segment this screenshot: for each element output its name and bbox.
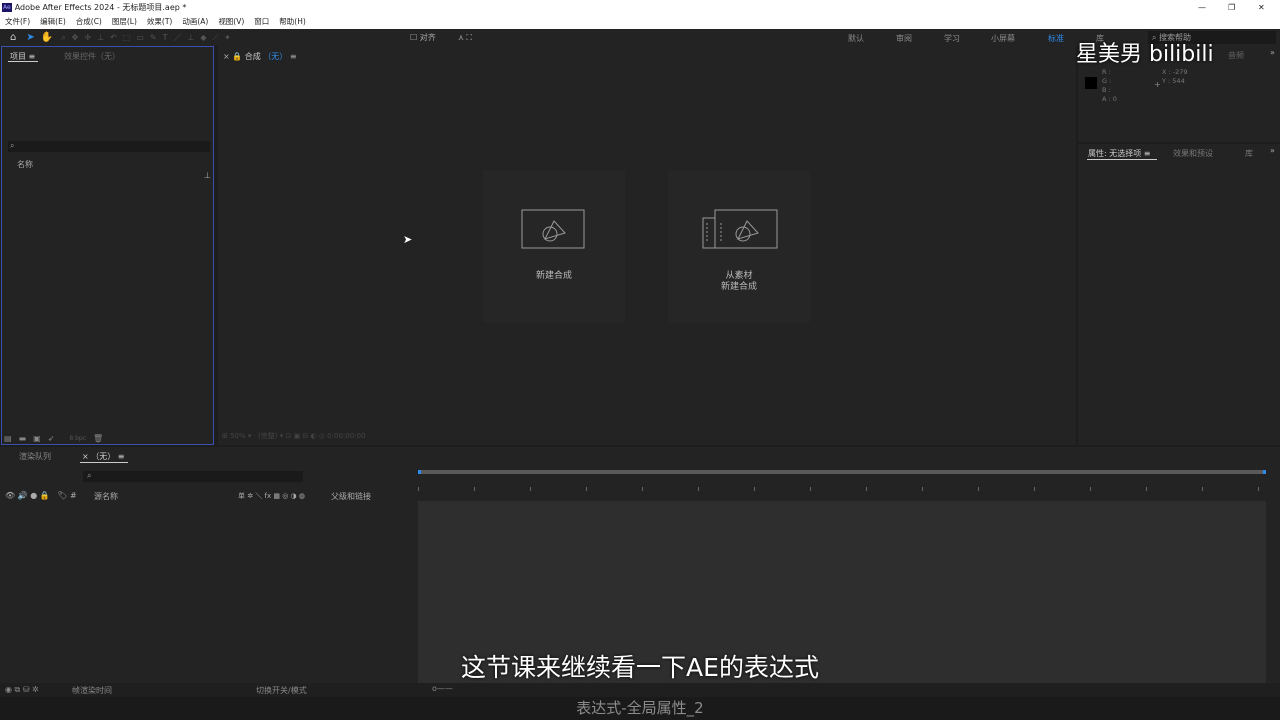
delete-icon[interactable]: 🗑 — [93, 434, 103, 443]
mouse-cursor-icon: ➤ — [403, 233, 413, 246]
timeline-search-input[interactable]: ⌕ — [83, 471, 303, 482]
tab-libraries[interactable]: 库 — [1245, 148, 1253, 159]
from-footage-label-1: 从素材 — [725, 271, 753, 281]
info-x: X : -279 — [1162, 68, 1188, 76]
project-search-input[interactable]: ⌕ — [8, 141, 210, 152]
active-tab-underline — [8, 61, 38, 62]
av-switch-icons[interactable]: 👁 🔊 ● 🔒 🏷 # — [5, 491, 77, 500]
tab-render-queue[interactable]: 渲染队列 — [19, 451, 51, 462]
properties-panel: 属性: 无选择项 ≡ 效果和预设 库 » — [1078, 144, 1280, 445]
menu-help[interactable]: 帮助(H) — [279, 16, 306, 27]
time-ruler[interactable] — [418, 483, 1266, 497]
menu-file[interactable]: 文件(F) — [5, 16, 30, 27]
tab-audio[interactable]: 音频 — [1228, 50, 1244, 61]
selection-tool-icon[interactable]: ➤ — [26, 32, 34, 43]
zoom-slider[interactable]: o—— — [432, 684, 453, 693]
footage-composition-icon — [702, 209, 778, 249]
interpret-footage-icon[interactable]: ▤ — [4, 434, 12, 443]
window-title: Adobe After Effects 2024 - 无标题项目.aep * — [14, 2, 187, 12]
tab-composition[interactable]: × 🔒 合成 （无） ≡ — [223, 51, 297, 62]
info-a: A : 0 — [1102, 95, 1117, 103]
snap-checkbox[interactable]: ☐ 对齐 — [410, 32, 436, 43]
tab-properties-label: 属性: 无选择项 — [1088, 149, 1142, 158]
menu-animation[interactable]: 动画(A) — [182, 16, 208, 27]
home-icon[interactable]: ⌂ — [10, 32, 16, 43]
menu-effect[interactable]: 效果(T) — [147, 16, 172, 27]
viewer-footer: ⊞ 50% ▾ · (完整) ▾ ⊡ ▣ ⊟ ◐ ◎ 0:00:00:00 — [222, 432, 366, 440]
snap-label: 对齐 — [419, 33, 436, 42]
hand-tool-icon[interactable]: ✋ — [41, 32, 53, 43]
close-button[interactable]: ✕ — [1258, 3, 1265, 12]
active-tab-underline — [1087, 159, 1157, 160]
crosshair-icon: + — [1154, 80, 1161, 89]
tab-project-label: 项目 — [10, 52, 26, 61]
bilibili-watermark: 星美男 bilibili — [1076, 42, 1214, 67]
footer-icons[interactable]: ◉ ⧉ ⛁ ✲ — [5, 685, 39, 695]
project-footer: ▤ ▬ ▣ ➶ 8 bpc 🗑 — [4, 433, 210, 443]
title-bar: Ae Adobe After Effects 2024 - 无标题项目.aep … — [0, 0, 1280, 14]
menu-composition[interactable]: 合成(C) — [76, 16, 102, 27]
menu-view[interactable]: 视图(V) — [218, 16, 244, 27]
tab-timeline[interactable]: × （无） ≡ — [82, 451, 125, 462]
toggle-switches-modes[interactable]: 切换开关/模式 — [256, 685, 307, 696]
info-r: R : — [1102, 68, 1111, 76]
bpc-button[interactable]: 8 bpc — [69, 435, 86, 442]
new-comp-from-footage-button[interactable]: 从素材 新建合成 — [668, 170, 810, 322]
new-comp-icon[interactable]: ▣ — [33, 434, 41, 443]
from-footage-label-2: 新建合成 — [720, 282, 757, 292]
info-y: Y : 544 — [1162, 77, 1185, 85]
composition-icon — [521, 209, 585, 249]
active-tab-underline — [80, 462, 128, 463]
info-b: B : — [1102, 86, 1111, 94]
column-source-name[interactable]: 源名称 — [94, 491, 118, 502]
workspace-default[interactable]: 默认 — [848, 33, 864, 44]
composition-panel: × 🔒 合成 （无） ≡ ⊞ 50% ▾ · (完整) ▾ ⊡ ▣ ⊟ ◐ ◎ … — [218, 46, 1076, 445]
flowchart-icon[interactable]: ⊥ — [204, 171, 211, 180]
panel-overflow-icon[interactable]: » — [1270, 146, 1275, 155]
menu-layer[interactable]: 图层(L) — [112, 16, 137, 27]
column-parent-link[interactable]: 父级和链接 — [331, 491, 371, 502]
minimize-button[interactable]: — — [1198, 3, 1206, 12]
color-swatch — [1085, 77, 1097, 89]
work-area-bar[interactable] — [418, 470, 1266, 474]
menu-window[interactable]: 窗口 — [254, 16, 269, 27]
tab-effects-presets[interactable]: 效果和预设 — [1173, 148, 1213, 159]
other-tools-icons[interactable]: ⌕✥✛⊥↶⬚▭✎T／⊥◆⟋✦ — [61, 32, 237, 43]
menu-bar: 文件(F) 编辑(E) 合成(C) 图层(L) 效果(T) 动画(A) 视图(V… — [0, 14, 1280, 29]
video-subtitle: 这节课来继续看一下AE的表达式 — [461, 653, 819, 682]
tab-effect-controls[interactable]: 效果控件（无） — [64, 51, 120, 62]
app-icon: Ae — [2, 2, 12, 12]
workspace-review[interactable]: 审阅 — [896, 33, 912, 44]
tab-timeline-label: （无） — [91, 452, 116, 461]
new-folder-icon[interactable]: ▬ — [19, 434, 27, 443]
workspace-learn[interactable]: 学习 — [944, 33, 960, 44]
tab-properties[interactable]: 属性: 无选择项 ≡ — [1088, 148, 1151, 159]
snap-options-icon[interactable]: ⋏ ⛶ — [458, 33, 472, 43]
new-composition-label: 新建合成 — [535, 271, 572, 281]
tab-composition-label: 合成 — [244, 52, 261, 61]
tab-composition-value: （无） — [263, 52, 288, 61]
column-name[interactable]: 名称 — [17, 159, 33, 170]
workspace-standard[interactable]: 标准 — [1048, 33, 1064, 44]
video-caption: 表达式-全局属性_2 — [0, 697, 1280, 720]
switches-icons[interactable]: 单 ✲ ＼ fx ▦ ◎ ◑ ◍ — [238, 491, 305, 501]
new-composition-button[interactable]: 新建合成 — [483, 170, 625, 322]
restore-button[interactable]: ❐ — [1228, 3, 1235, 12]
render-icon[interactable]: ➶ — [48, 434, 55, 443]
timeline-footer: ◉ ⧉ ⛁ ✲ 帧渲染时间 切换开关/模式 o—— — [0, 683, 1280, 697]
frame-render-time: 帧渲染时间 — [72, 686, 112, 695]
project-panel: 项目 ≡ 效果控件（无） ⌕ 名称 ⊥ ▤ ▬ ▣ ➶ 8 bpc 🗑 — [1, 46, 214, 445]
info-g: G : — [1102, 77, 1112, 85]
panel-overflow-icon[interactable]: » — [1270, 48, 1275, 57]
menu-edit[interactable]: 编辑(E) — [40, 16, 66, 27]
workspace-small-screen[interactable]: 小屏幕 — [991, 33, 1015, 44]
